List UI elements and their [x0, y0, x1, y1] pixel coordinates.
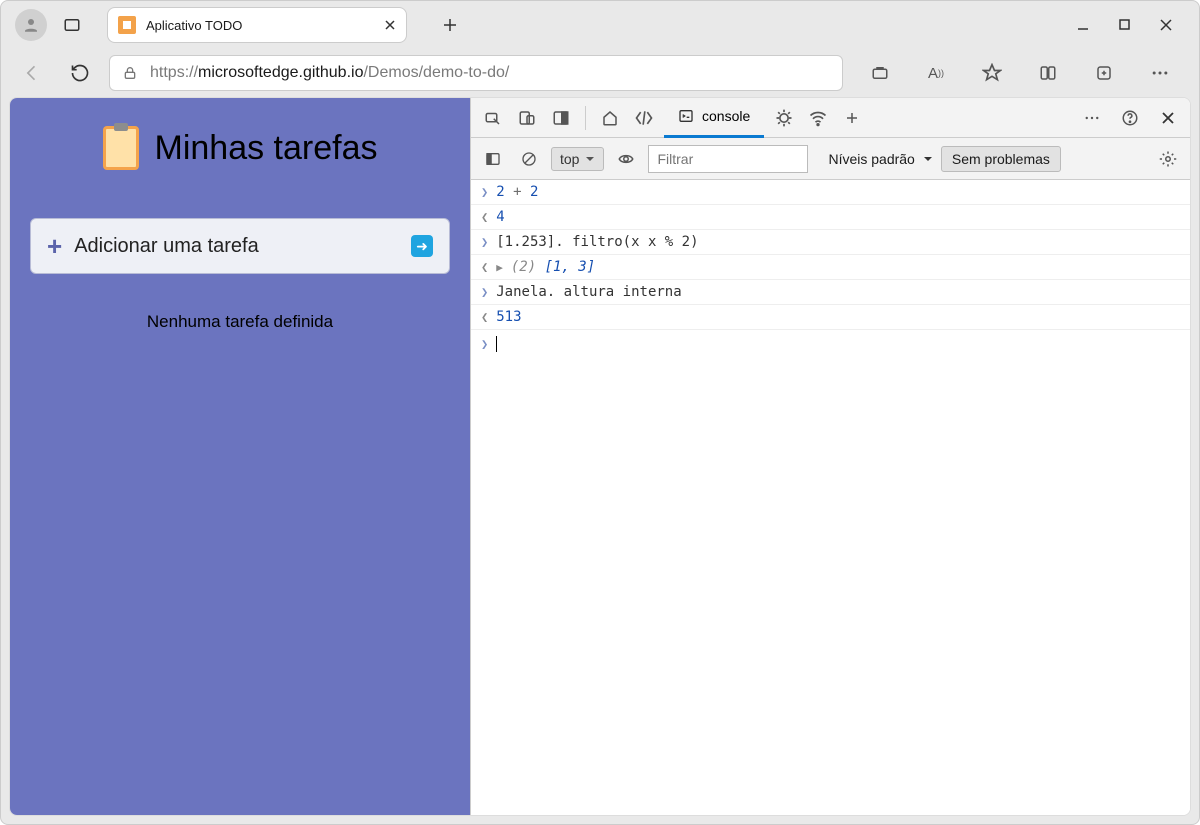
maximize-button[interactable]: [1118, 18, 1131, 32]
input-chevron-icon: ❯: [481, 285, 488, 299]
debugger-tab-icon[interactable]: [770, 104, 798, 132]
console-tab-label: console: [702, 108, 750, 124]
split-screen-icon[interactable]: [1029, 54, 1067, 92]
browser-tab[interactable]: Aplicativo TODO: [107, 7, 407, 43]
app-title: Minhas tarefas: [155, 129, 378, 168]
address-bar[interactable]: https://microsoftedge.github.io/Demos/de…: [109, 55, 843, 91]
tab-favicon-icon: [118, 16, 136, 34]
filter-input[interactable]: [648, 145, 808, 173]
add-task-label: Adicionar uma tarefa: [74, 235, 259, 258]
add-task-input[interactable]: + Adicionar uma tarefa ➜: [30, 218, 450, 274]
inspect-icon[interactable]: [479, 104, 507, 132]
input-chevron-icon: ❯: [481, 235, 488, 249]
more-tabs-icon[interactable]: [838, 104, 866, 132]
empty-state-text: Nenhuma tarefa definida: [147, 312, 333, 332]
close-devtools-button[interactable]: [1154, 104, 1182, 132]
console-input-line: ❯ 2 + 2: [471, 180, 1190, 205]
toggle-sidebar-icon[interactable]: [479, 145, 507, 173]
app-available-icon[interactable]: [861, 54, 899, 92]
collections-icon[interactable]: [1085, 54, 1123, 92]
elements-tab-icon[interactable]: [630, 104, 658, 132]
tab-close-button[interactable]: [384, 19, 396, 31]
clipboard-icon: [103, 126, 139, 170]
console-tab[interactable]: console: [664, 98, 764, 138]
devtools-more-icon[interactable]: [1078, 104, 1106, 132]
network-tab-icon[interactable]: [804, 104, 832, 132]
welcome-tab-icon[interactable]: [596, 104, 624, 132]
console-settings-icon[interactable]: [1154, 145, 1182, 173]
console-output-line: ❯ ▶ (2) [1, 3]: [471, 255, 1190, 280]
output-chevron-icon: ❯: [481, 210, 488, 224]
todo-app: Minhas tarefas + Adicionar uma tarefa ➜ …: [10, 98, 470, 815]
live-expression-icon[interactable]: [612, 145, 640, 173]
console-output-line: ❯ 4: [471, 205, 1190, 230]
log-levels-dropdown[interactable]: Níveis padrão: [828, 151, 932, 167]
lock-icon: [122, 65, 138, 81]
help-icon[interactable]: [1116, 104, 1144, 132]
dock-icon[interactable]: [547, 104, 575, 132]
close-window-button[interactable]: [1159, 18, 1173, 32]
console-output[interactable]: ❯ 2 + 2 ❯ 4 ❯ [1.253]. filtro(x x % 2) ❯…: [471, 180, 1190, 815]
console-input-line: ❯ [1.253]. filtro(x x % 2): [471, 230, 1190, 255]
clear-console-icon[interactable]: [515, 145, 543, 173]
app-header: Minhas tarefas: [103, 126, 378, 170]
device-icon[interactable]: [513, 104, 541, 132]
cursor: [496, 336, 497, 352]
tab-title: Aplicativo TODO: [146, 18, 384, 33]
devtools-panel: console top: [470, 98, 1190, 815]
context-dropdown[interactable]: top: [551, 147, 604, 171]
console-input-line: ❯ Janela. altura interna: [471, 280, 1190, 305]
read-aloud-icon[interactable]: A)): [917, 54, 955, 92]
back-button[interactable]: [13, 54, 51, 92]
expand-icon[interactable]: ▶: [496, 261, 503, 274]
plus-icon: +: [47, 231, 62, 262]
tab-actions-icon[interactable]: [53, 6, 91, 44]
issues-button[interactable]: Sem problemas: [941, 146, 1061, 172]
url-text: https://microsoftedge.github.io/Demos/de…: [150, 64, 509, 82]
profile-button[interactable]: [15, 9, 47, 41]
favorite-icon[interactable]: [973, 54, 1011, 92]
more-icon[interactable]: [1141, 54, 1179, 92]
console-output-line: ❯ 513: [471, 305, 1190, 330]
minimize-button[interactable]: [1076, 18, 1090, 32]
input-chevron-icon: ❯: [481, 337, 488, 351]
console-prompt[interactable]: ❯: [471, 330, 1190, 358]
input-chevron-icon: ❯: [481, 185, 488, 199]
refresh-button[interactable]: [61, 54, 99, 92]
output-chevron-icon: ❯: [481, 260, 488, 274]
new-tab-button[interactable]: [431, 6, 469, 44]
submit-task-button[interactable]: ➜: [411, 235, 433, 257]
output-chevron-icon: ❯: [481, 310, 488, 324]
